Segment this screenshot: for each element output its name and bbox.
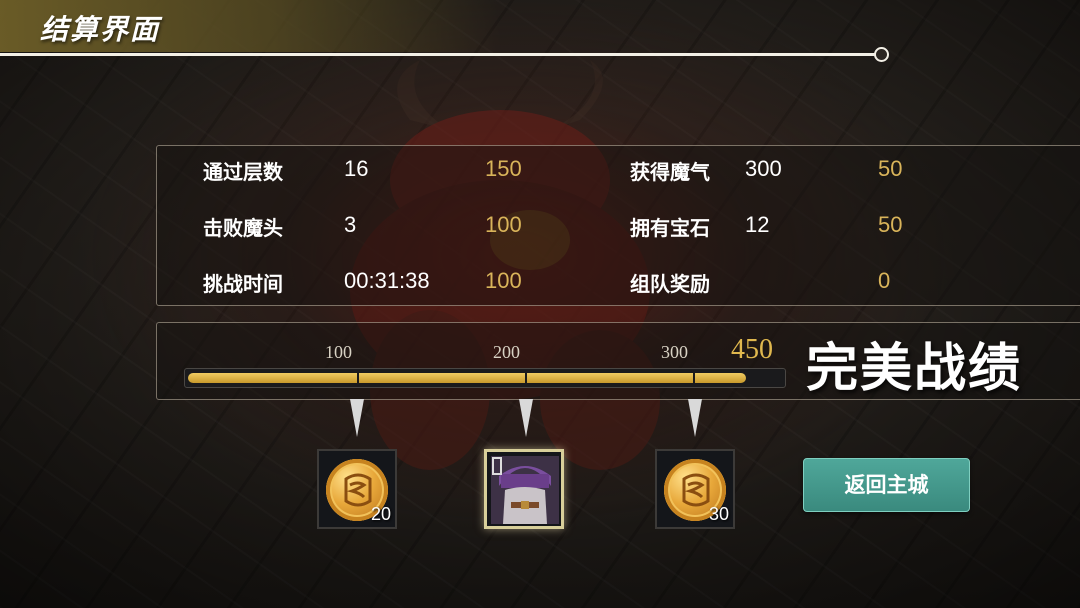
stat-points-team-bonus: 0	[878, 268, 891, 293]
progress-divider	[525, 371, 527, 385]
stat-points-floors: 150	[485, 156, 522, 181]
stat-label-team-bonus: 组队奖励	[630, 272, 710, 296]
stat-value-time: 00:31:38	[344, 268, 430, 293]
reward-slot-1[interactable]: 20	[317, 449, 397, 529]
reward-quantity: 30	[708, 504, 729, 524]
rating-text: 完美战绩	[806, 338, 1023, 399]
title-underline-knob	[874, 47, 889, 62]
stat-value-floors: 16	[344, 156, 369, 181]
milestone-label-200: 200	[493, 342, 520, 362]
stat-points-demon-energy: 50	[878, 156, 903, 181]
stat-value-gems: 12	[745, 212, 770, 237]
title-underline	[0, 53, 878, 56]
stat-label-time: 挑战时间	[203, 272, 283, 296]
milestone-label-100: 100	[325, 342, 352, 362]
score-progress-fill	[188, 373, 746, 383]
stats-panel	[156, 145, 1080, 306]
stat-label-gems: 拥有宝石	[630, 216, 710, 240]
stat-value-demon-energy: 300	[745, 156, 782, 181]
stat-label-floors: 通过层数	[203, 160, 283, 184]
reward-quantity: 20	[370, 504, 391, 524]
progress-divider	[357, 371, 359, 385]
stat-label-demon-energy: 获得魔气	[630, 160, 710, 184]
stat-points-bosses: 100	[485, 212, 522, 237]
stat-label-bosses: 击败魔头	[203, 216, 283, 240]
score-progress-bar	[184, 368, 786, 388]
total-score: 450	[731, 334, 773, 365]
reward-pointer-arrow	[688, 399, 702, 437]
stat-points-time: 100	[485, 268, 522, 293]
reward-slot-2[interactable]	[484, 449, 564, 529]
screen-title: 结算界面	[40, 13, 161, 46]
return-to-city-button[interactable]: 返回主城	[803, 458, 970, 512]
hero-portrait-icon	[491, 456, 559, 524]
reward-pointer-arrow	[350, 399, 364, 437]
reward-slot-3[interactable]: 30	[655, 449, 735, 529]
stat-points-gems: 50	[878, 212, 903, 237]
stat-value-bosses: 3	[344, 212, 357, 237]
reward-pointer-arrow	[519, 399, 533, 437]
progress-divider	[693, 371, 695, 385]
milestone-label-300: 300	[661, 342, 688, 362]
